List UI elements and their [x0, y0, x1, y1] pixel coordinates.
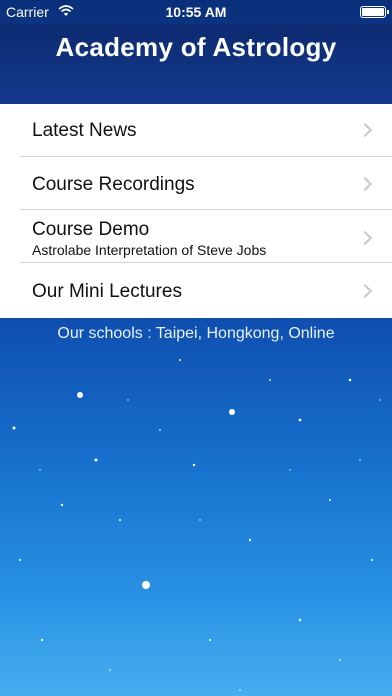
page-title: Academy of Astrology: [55, 32, 337, 62]
menu-item-sublabel: Astrolabe Interpretation of Steve Jobs: [32, 242, 267, 258]
menu-list: Latest News Course Recordings Course Dem…: [0, 104, 392, 318]
menu-item-course-demo[interactable]: Course Demo Astrolabe Interpretation of …: [20, 210, 392, 263]
schools-footer-text: Our schools : Taipei, Hongkong, Online: [57, 325, 335, 342]
menu-item-label: Course Demo: [32, 219, 150, 240]
chevron-right-icon: [357, 230, 373, 246]
menu-item-label: Course Recordings: [32, 174, 195, 195]
chevron-right-icon: [357, 122, 373, 138]
menu-item-label: Latest News: [32, 120, 137, 141]
menu-item-course-recordings[interactable]: Course Recordings: [20, 157, 392, 210]
battery-icon: [360, 6, 389, 18]
menu-item-mini-lectures[interactable]: Our Mini Lectures: [20, 263, 392, 316]
clock: 10:55 AM: [165, 4, 227, 20]
chevron-right-icon: [357, 283, 373, 299]
menu-item-label: Our Mini Lectures: [32, 281, 182, 302]
status-bar: Carrier 10:55 AM: [0, 0, 392, 24]
chevron-right-icon: [357, 176, 373, 192]
menu-item-latest-news[interactable]: Latest News: [20, 104, 392, 157]
